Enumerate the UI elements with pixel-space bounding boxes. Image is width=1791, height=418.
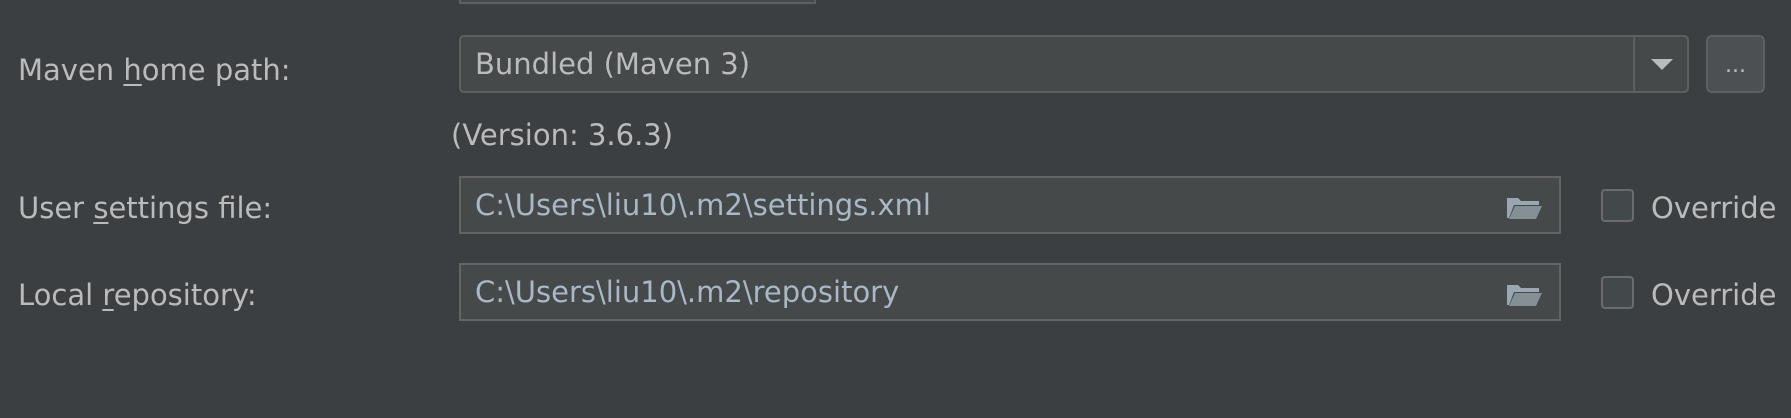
user-settings-file-field[interactable]: C:\Users\liu10\.m2\settings.xml: [459, 176, 1561, 234]
user-settings-file-value: C:\Users\liu10\.m2\settings.xml: [475, 188, 931, 222]
user-settings-override-label[interactable]: Override: [1651, 190, 1776, 226]
local-repository-value: C:\Users\liu10\.m2\repository: [475, 275, 900, 309]
folder-icon[interactable]: [1505, 281, 1543, 307]
previous-field-edge: [459, 0, 816, 4]
local-repository-field[interactable]: C:\Users\liu10\.m2\repository: [459, 263, 1561, 321]
folder-icon[interactable]: [1505, 194, 1543, 220]
maven-home-path-value: Bundled (Maven 3): [475, 47, 751, 81]
chevron-down-icon: [1651, 59, 1673, 70]
maven-home-path-combobox[interactable]: Bundled (Maven 3): [459, 35, 1689, 93]
local-repository-label: Local repository:: [18, 278, 257, 312]
user-settings-override-checkbox[interactable]: [1601, 189, 1634, 222]
maven-home-dropdown-button[interactable]: [1633, 37, 1687, 91]
browse-maven-home-button[interactable]: ...: [1706, 35, 1765, 93]
maven-home-path-label: Maven home path:: [18, 53, 291, 87]
local-repository-override-label[interactable]: Override: [1651, 277, 1776, 313]
local-repository-override-checkbox[interactable]: [1601, 276, 1634, 309]
user-settings-file-label: User settings file:: [18, 191, 273, 225]
maven-version-text: (Version: 3.6.3): [451, 118, 674, 152]
